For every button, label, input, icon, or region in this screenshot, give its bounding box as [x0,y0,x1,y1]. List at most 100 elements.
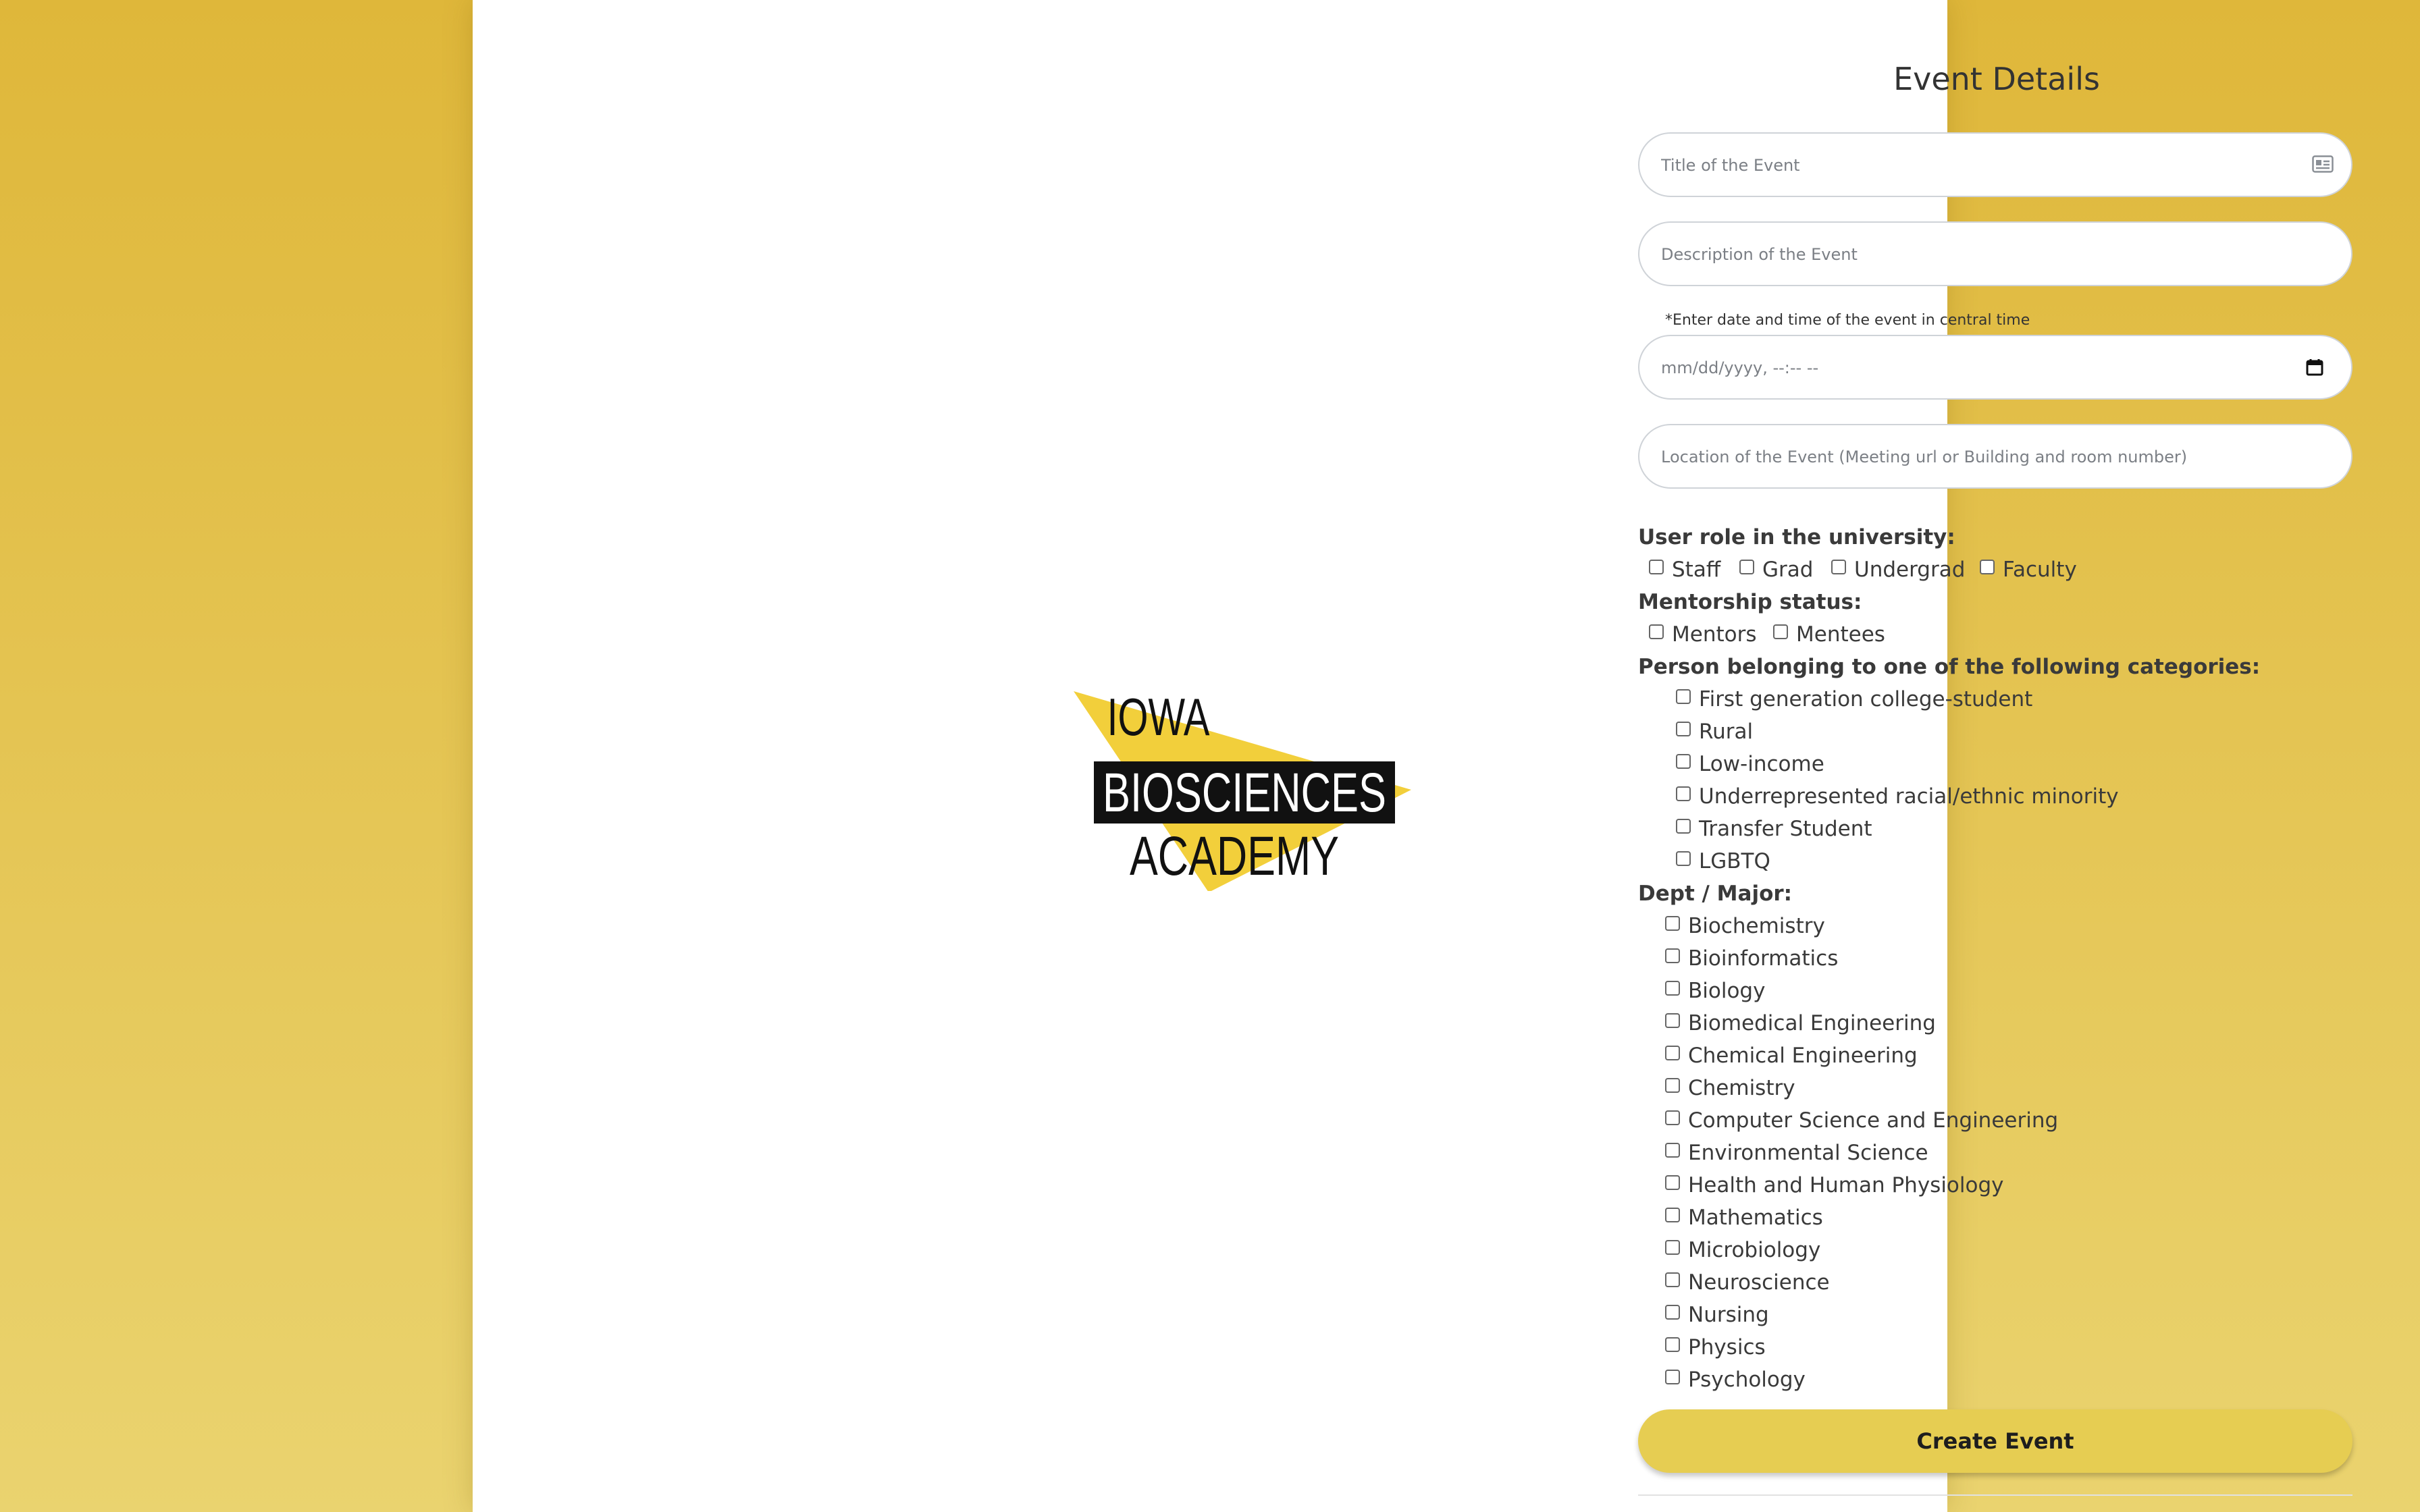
event-description-input[interactable] [1660,223,2297,286]
event-datetime-input[interactable] [1660,336,2297,400]
dept-checkbox[interactable] [1665,1337,1680,1352]
grad-checkbox[interactable] [1739,560,1754,574]
dept-checkbox[interactable] [1665,1240,1680,1255]
mentors-checkbox[interactable] [1649,624,1664,639]
dept-checkbox[interactable] [1665,1078,1680,1093]
event-description-field[interactable] [1638,221,2352,286]
category-checkbox[interactable] [1676,722,1691,736]
faculty-checkbox[interactable] [1980,560,1995,574]
dept-checkbox[interactable] [1665,1013,1680,1028]
event-title-input[interactable] [1660,134,2297,197]
role-option-grad[interactable]: Grad [1739,558,1813,582]
category-checkbox[interactable] [1676,786,1691,801]
id-card-icon [2312,155,2334,173]
dept-major-label: Dept / Major: [1638,882,1793,906]
option-label: Bioinformatics [1688,946,1839,971]
dept-option[interactable]: Health and Human Physiology [1665,1173,2004,1197]
form-title: Event Details [1893,61,2100,97]
role-option-faculty[interactable]: Faculty [1980,558,2077,582]
option-label: Low-income [1699,752,1824,776]
mentorship-option-mentors[interactable]: Mentors [1649,622,1756,647]
mentorship-option-mentees[interactable]: Mentees [1773,622,1885,647]
option-label: Nursing [1688,1303,1769,1327]
category-option[interactable]: Rural [1676,720,1753,744]
dept-option[interactable]: Chemical Engineering [1665,1044,1918,1068]
dept-option[interactable]: Bioinformatics [1665,946,1838,971]
category-option[interactable]: Transfer Student [1676,817,1872,841]
option-label: Biology [1688,979,1766,1003]
mentees-checkbox[interactable] [1773,624,1788,639]
option-label: Biochemistry [1688,914,1825,938]
undergrad-checkbox[interactable] [1831,560,1846,574]
option-label: Biomedical Engineering [1688,1011,1936,1035]
event-title-field[interactable] [1638,132,2352,197]
category-option[interactable]: Underrepresented racial/ethnic minority [1676,784,2119,809]
dept-checkbox[interactable] [1665,1305,1680,1320]
option-label: Grad [1762,558,1814,582]
option-label: First generation college-student [1699,687,2033,711]
option-label: Staff [1672,558,1721,582]
category-checkbox[interactable] [1676,851,1691,866]
dept-option[interactable]: Computer Science and Engineering [1665,1108,2058,1133]
event-location-input[interactable] [1660,425,2297,489]
role-option-undergrad[interactable]: Undergrad [1831,558,1965,582]
dept-checkbox[interactable] [1665,1208,1680,1222]
dept-checkbox[interactable] [1665,1143,1680,1158]
dept-option[interactable]: Neuroscience [1665,1270,1830,1295]
dept-checkbox[interactable] [1665,916,1680,931]
dept-checkbox[interactable] [1665,1046,1680,1060]
dept-checkbox[interactable] [1665,1272,1680,1287]
calendar-icon[interactable] [2305,358,2324,377]
dept-checkbox[interactable] [1665,1110,1680,1125]
category-checkbox[interactable] [1676,819,1691,834]
create-event-button[interactable]: Create Event [1638,1409,2352,1473]
dept-option[interactable]: Environmental Science [1665,1141,1928,1165]
option-label: Transfer Student [1699,817,1872,841]
option-label: LGBTQ [1699,849,1770,873]
option-label: Underrepresented racial/ethnic minority [1699,784,2119,809]
dept-checkbox[interactable] [1665,1370,1680,1384]
dept-option[interactable]: Biology [1665,979,1765,1003]
date-time-note: *Enter date and time of the event in cen… [1665,312,2030,329]
option-label: Psychology [1688,1368,1806,1392]
category-option[interactable]: LGBTQ [1676,849,1770,873]
option-label: Mentors [1672,622,1757,647]
category-checkbox[interactable] [1676,689,1691,704]
mentorship-label: Mentorship status: [1638,590,1862,614]
user-role-label: User role in the university: [1638,525,1955,549]
option-label: Mathematics [1688,1206,1823,1230]
dept-checkbox[interactable] [1665,981,1680,996]
main-card: IOWA BIOSCIENCES ACADEMY Event Details T… [473,0,2352,1512]
dept-option[interactable]: Chemistry [1665,1076,1795,1100]
event-location-field[interactable] [1638,424,2352,489]
dept-option[interactable]: Physics [1665,1335,1766,1359]
option-label: Mentees [1796,622,1885,647]
logo-line-biosciences: BIOSCIENCES [1103,762,1386,824]
categories-label: Person belonging to one of the following… [1638,655,2261,679]
category-option[interactable]: Low-income [1676,752,1824,776]
logo-line-academy: ACADEMY [1130,826,1339,887]
dept-option[interactable]: Nursing [1665,1303,1769,1327]
category-option[interactable]: First generation college-student [1676,687,2032,711]
option-label: Microbiology [1688,1238,1821,1262]
role-option-staff[interactable]: Staff [1649,558,1720,582]
dept-option[interactable]: Biochemistry [1665,914,1825,938]
dept-checkbox[interactable] [1665,948,1680,963]
option-label: Faculty [2003,558,2077,582]
dept-option[interactable]: Biomedical Engineering [1665,1011,1936,1035]
dept-option[interactable]: Mathematics [1665,1206,1823,1230]
dept-checkbox[interactable] [1665,1175,1680,1190]
logo-line-iowa: IOWA [1107,688,1210,747]
option-label: Computer Science and Engineering [1688,1108,2059,1133]
event-datetime-field[interactable] [1638,335,2352,400]
staff-checkbox[interactable] [1649,560,1664,574]
category-checkbox[interactable] [1676,754,1691,769]
option-label: Environmental Science [1688,1141,1928,1165]
dept-option[interactable]: Psychology [1665,1368,1806,1392]
iowa-biosciences-academy-logo: IOWA BIOSCIENCES ACADEMY [1067,687,1418,892]
option-label: Rural [1699,720,1754,744]
dept-option[interactable]: Microbiology [1665,1238,1820,1262]
option-label: Chemistry [1688,1076,1795,1100]
divider [1638,1494,2352,1496]
option-label: Chemical Engineering [1688,1044,1918,1068]
